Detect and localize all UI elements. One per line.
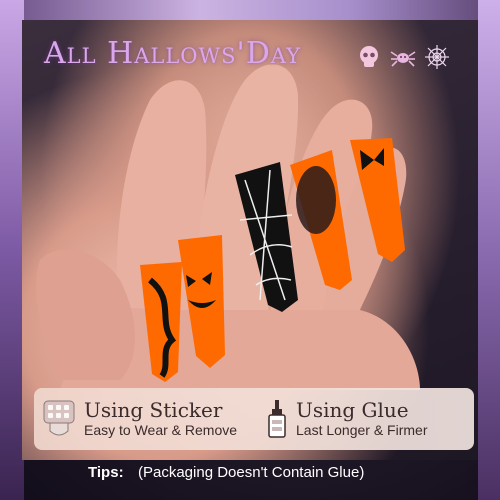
spiderweb-icon: [425, 45, 449, 69]
product-image: All Hallows'Day Using Sticker Easy to We…: [0, 0, 500, 500]
usage-sticker: Using Sticker Easy to Wear & Remove: [42, 388, 237, 450]
tips-text: (Packaging Doesn't Contain Glue): [138, 464, 365, 481]
usage-glue-title: Using Glue: [296, 398, 409, 422]
usage-glue: Using Glue Last Longer & Firmer: [266, 388, 428, 450]
usage-sticker-subtitle: Easy to Wear & Remove: [84, 422, 238, 438]
skull-icon: [360, 46, 378, 67]
tips-bar: Tips: (Packaging Doesn't Contain Glue): [0, 458, 500, 490]
title-icons: [356, 44, 450, 70]
tips-label: Tips:: [88, 464, 124, 481]
usage-glue-subtitle: Last Longer & Firmer: [296, 422, 428, 438]
spider-icon: [390, 51, 416, 67]
glue-bottle-icon: [268, 400, 286, 438]
nail-4-glitter: [296, 166, 336, 234]
sticker-tab-icon: [43, 400, 75, 436]
page-title: All Hallows'Day: [44, 36, 301, 71]
usage-sticker-title: Using Sticker: [84, 398, 223, 422]
usage-panel: Using Sticker Easy to Wear & Remove Usin…: [34, 388, 474, 450]
